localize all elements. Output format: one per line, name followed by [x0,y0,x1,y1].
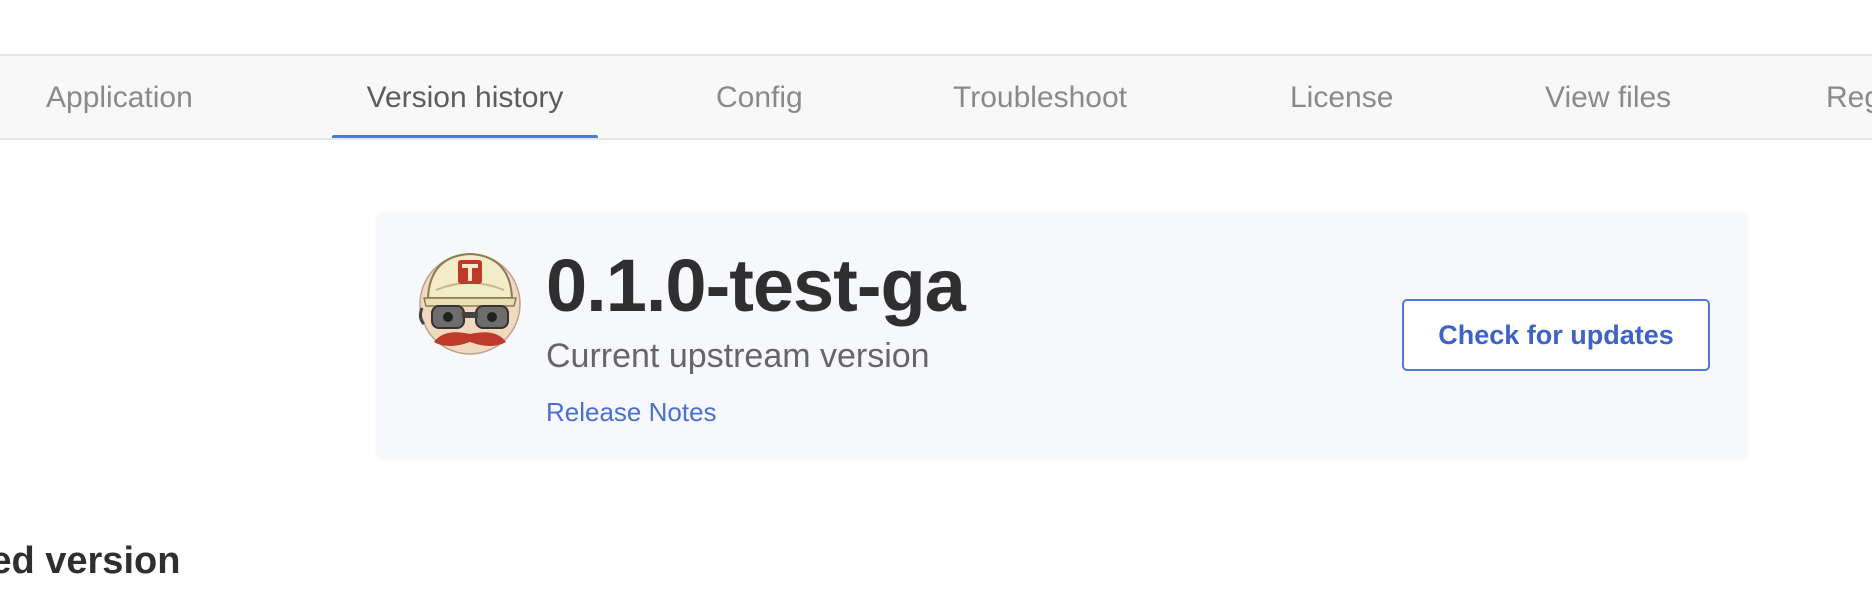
tab-bar: Application Version history Config Troub… [0,54,1872,140]
tab-label: Version history [366,81,564,114]
deployed-version-heading: oyed version [0,540,181,582]
tab-troubleshoot[interactable]: Troubleshoot [953,56,1127,138]
upstream-version-card: 0.1.0-test-ga Current upstream version R… [376,213,1748,459]
mascot-avatar-icon [414,246,526,358]
tab-label: License [1290,81,1394,114]
upstream-version-caption: Current upstream version [546,337,930,375]
release-notes-link[interactable]: Release Notes [546,397,717,428]
tab-label: Troubleshoot [953,81,1127,114]
tab-label: Application [46,81,193,114]
tab-registry[interactable]: Reg [1826,56,1872,138]
tab-application[interactable]: Application [46,56,193,138]
tab-label: Config [716,81,803,114]
active-tab-indicator [332,135,598,138]
tab-label: View files [1545,81,1672,114]
tab-config[interactable]: Config [716,56,803,138]
tab-license[interactable]: License [1290,56,1394,138]
check-for-updates-button[interactable]: Check for updates [1402,299,1710,371]
tab-view-files[interactable]: View files [1545,56,1672,138]
top-bar [0,0,1872,54]
upstream-version-number: 0.1.0-test-ga [546,244,966,327]
tab-version-history[interactable]: Version history [332,56,598,138]
tab-label: Reg [1826,81,1872,114]
